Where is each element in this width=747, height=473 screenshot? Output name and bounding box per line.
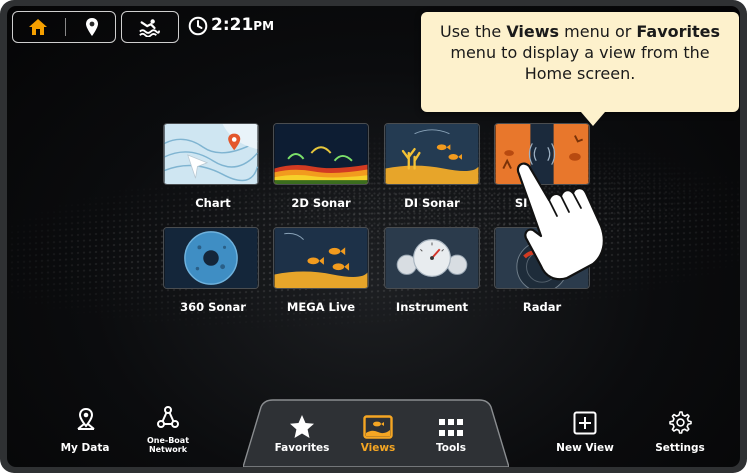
view-tile-360-sonar[interactable] [163, 227, 259, 289]
360-sonar-thumbnail-icon [164, 228, 258, 288]
view-tile-di-sonar[interactable] [384, 123, 480, 185]
tools-grid-icon[interactable] [436, 415, 466, 441]
views-icon[interactable] [363, 414, 393, 440]
clock-icon [188, 16, 208, 36]
tooltip-line-3: Home screen. [524, 64, 636, 83]
home-screen: 2:21PM Use the Views menu or Favorites m… [7, 6, 740, 467]
nav-one-boat-label-2: Network [148, 445, 188, 454]
tooltip-text: menu or [559, 22, 637, 41]
view-label-instrument[interactable]: Instrument [377, 300, 487, 314]
view-label-mega-live[interactable]: MEGA Live [266, 300, 376, 314]
one-boat-network-icon[interactable] [153, 404, 183, 430]
help-tooltip: Use the Views menu or Favorites menu to … [421, 12, 739, 126]
2d-sonar-thumbnail-icon [274, 124, 368, 184]
my-data-icon[interactable] [71, 406, 101, 432]
nav-one-boat-label-1: One-Boat [146, 436, 190, 445]
nav-one-boat-network[interactable]: One-Boat Network [128, 436, 208, 454]
man-overboard-icon[interactable] [138, 16, 160, 38]
view-tile-chart[interactable] [163, 123, 259, 185]
pointing-hand-icon [516, 162, 605, 281]
time-display: 2:21PM [211, 15, 274, 35]
status-bar-left-group [12, 11, 116, 43]
view-label-chart[interactable]: Chart [158, 196, 268, 210]
view-tile-instrument[interactable] [384, 227, 480, 289]
chart-thumbnail-icon [164, 124, 258, 184]
new-view-plus-icon[interactable] [570, 410, 600, 436]
tooltip-line-1: Use the Views menu or Favorites [421, 21, 739, 42]
tooltip-favorites-term: Favorites [636, 22, 721, 41]
tooltip-text: Use the [439, 22, 507, 41]
view-label-2d-sonar[interactable]: 2D Sonar [266, 196, 376, 210]
nav-my-data[interactable]: My Data [45, 442, 125, 454]
view-label-360-sonar[interactable]: 360 Sonar [158, 300, 268, 314]
location-pin-icon[interactable] [81, 16, 103, 38]
view-tile-mega-live[interactable] [273, 227, 369, 289]
device-bezel: 2:21PM Use the Views menu or Favorites m… [0, 0, 747, 473]
nav-favorites[interactable]: Favorites [262, 442, 342, 454]
view-label-radar[interactable]: Radar [487, 300, 597, 314]
tooltip-views-term: Views [506, 22, 560, 41]
di-sonar-thumbnail-icon [385, 124, 479, 184]
nav-settings[interactable]: Settings [640, 442, 720, 454]
mega-live-thumbnail-icon [274, 228, 368, 288]
nav-new-view[interactable]: New View [545, 442, 625, 454]
favorites-star-icon[interactable] [287, 414, 317, 440]
home-icon[interactable] [27, 16, 49, 38]
nav-tools[interactable]: Tools [411, 442, 491, 454]
time-ampm: PM [253, 19, 275, 33]
view-tile-2d-sonar[interactable] [273, 123, 369, 185]
status-bar-swim-group [121, 11, 179, 43]
tooltip-line-2: menu to display a view from the [450, 43, 710, 62]
instrument-thumbnail-icon [385, 228, 479, 288]
status-divider [65, 18, 66, 36]
view-label-di-sonar[interactable]: DI Sonar [377, 196, 487, 210]
time-value: 2:21 [211, 15, 254, 35]
settings-gear-icon[interactable] [665, 409, 695, 435]
nav-views[interactable]: Views [338, 442, 418, 454]
